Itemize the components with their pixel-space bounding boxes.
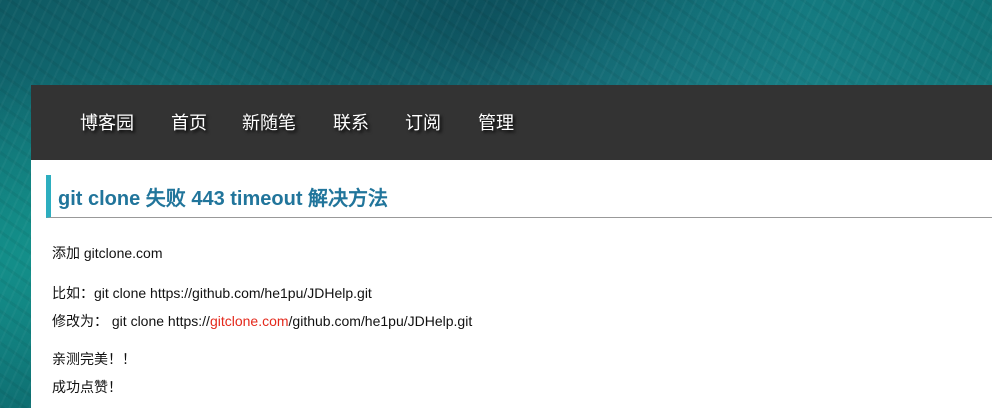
modified-suffix: /github.com/he1pu/JDHelp.git: [288, 313, 473, 329]
post-content: git clone 失败 443 timeout 解决方法 添加 gitclon…: [31, 160, 992, 408]
modified-prefix: 修改为： git clone https://: [52, 313, 210, 329]
nav-item-subscribe[interactable]: 订阅: [405, 109, 441, 135]
nav-item-blog-home[interactable]: 博客园: [80, 109, 134, 135]
post-line-modified: 修改为： git clone https://gitclone.com/gith…: [52, 311, 472, 331]
post-line-tested: 亲测完美！！: [52, 351, 136, 367]
navbar: 博客园 首页 新随笔 联系 订阅 管理: [31, 85, 992, 160]
modified-highlight: gitclone.com: [209, 313, 289, 329]
post-title[interactable]: git clone 失败 443 timeout 解决方法: [58, 182, 388, 211]
nav-item-manage[interactable]: 管理: [478, 109, 514, 135]
post-line-example: 比如：git clone https://github.com/he1pu/JD…: [52, 285, 372, 301]
nav-item-contact[interactable]: 联系: [333, 109, 369, 135]
nav-item-new-post[interactable]: 新随笔: [242, 109, 296, 135]
post-line-success: 成功点赞！: [52, 379, 122, 395]
post-title-bar: git clone 失败 443 timeout 解决方法: [46, 175, 992, 218]
nav-item-home[interactable]: 首页: [171, 109, 207, 135]
post-line-add: 添加 gitclone.com: [52, 245, 163, 261]
